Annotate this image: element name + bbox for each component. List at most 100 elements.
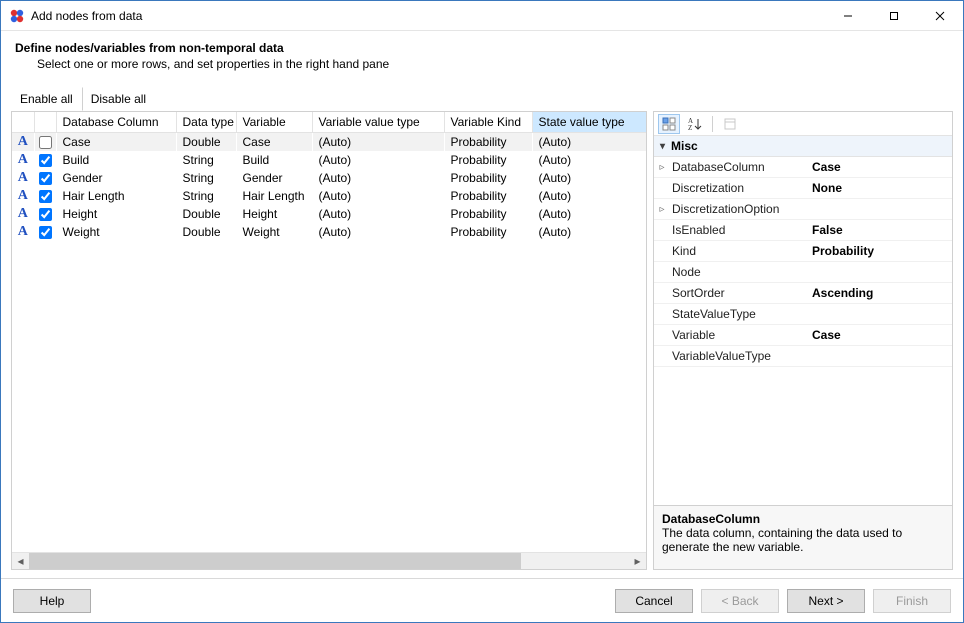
property-value[interactable] <box>806 353 952 359</box>
property-row[interactable]: KindProbability <box>654 241 952 262</box>
cell-variable-value-type: (Auto) <box>312 169 444 187</box>
property-value[interactable]: Ascending <box>806 283 952 303</box>
col-icon[interactable] <box>12 112 34 133</box>
variable-type-icon: A <box>18 152 28 167</box>
toolbar-separator <box>712 116 713 132</box>
enable-all-button[interactable]: Enable all <box>11 87 82 111</box>
property-row[interactable]: ▹DiscretizationOption <box>654 199 952 220</box>
cell-database-column: Height <box>56 205 176 223</box>
row-enable-checkbox[interactable] <box>39 208 52 221</box>
cancel-button[interactable]: Cancel <box>615 589 693 613</box>
property-row[interactable]: SortOrderAscending <box>654 283 952 304</box>
chevron-down-icon: ▾ <box>660 141 665 152</box>
variable-type-icon: A <box>18 206 28 221</box>
scroll-left-arrow[interactable]: ◂ <box>12 553 29 569</box>
col-data-type[interactable]: Data type <box>176 112 236 133</box>
cell-database-column: Weight <box>56 223 176 241</box>
col-check[interactable] <box>34 112 56 133</box>
variable-type-icon: A <box>18 134 28 149</box>
categorized-icon[interactable] <box>658 114 680 134</box>
property-key: DiscretizationOption <box>670 199 806 219</box>
property-row[interactable]: ▹DatabaseColumnCase <box>654 157 952 178</box>
property-value[interactable]: Case <box>806 157 952 177</box>
row-enable-checkbox[interactable] <box>39 136 52 149</box>
table-row[interactable]: AWeightDoubleWeight(Auto)Probability(Aut… <box>12 223 646 241</box>
property-key: SortOrder <box>670 283 806 303</box>
cell-data-type: Double <box>176 133 236 152</box>
scroll-track[interactable] <box>29 553 629 569</box>
horizontal-scrollbar[interactable]: ◂ ▸ <box>12 552 646 569</box>
back-button[interactable]: < Back <box>701 589 779 613</box>
property-value[interactable]: Probability <box>806 241 952 261</box>
table-row[interactable]: AHeightDoubleHeight(Auto)Probability(Aut… <box>12 205 646 223</box>
finish-button[interactable]: Finish <box>873 589 951 613</box>
disable-all-button[interactable]: Disable all <box>82 87 155 111</box>
cell-variable-value-type: (Auto) <box>312 151 444 169</box>
property-value[interactable] <box>806 269 952 275</box>
maximize-button[interactable] <box>871 1 917 30</box>
cell-variable-value-type: (Auto) <box>312 223 444 241</box>
property-category[interactable]: ▾ Misc <box>654 136 952 157</box>
svg-text:Z: Z <box>688 124 692 131</box>
property-row[interactable]: VariableCase <box>654 325 952 346</box>
cell-state-value-type: (Auto) <box>532 223 646 241</box>
close-button[interactable] <box>917 1 963 30</box>
property-row[interactable]: VariableValueType <box>654 346 952 367</box>
minimize-button[interactable] <box>825 1 871 30</box>
nodes-table: Database Column Data type Variable Varia… <box>12 112 646 241</box>
chevron-right-icon: ▹ <box>654 204 670 215</box>
col-state-value-type[interactable]: State value type <box>532 112 646 133</box>
grid-panel: Database Column Data type Variable Varia… <box>11 111 647 570</box>
property-row[interactable]: Node <box>654 262 952 283</box>
cell-variable: Gender <box>236 169 312 187</box>
row-enable-checkbox[interactable] <box>39 190 52 203</box>
property-key: StateValueType <box>670 304 806 324</box>
next-button[interactable]: Next > <box>787 589 865 613</box>
property-value[interactable] <box>806 206 952 212</box>
property-key: VariableValueType <box>670 346 806 366</box>
cell-variable-kind: Probability <box>444 133 532 152</box>
header-title: Define nodes/variables from non-temporal… <box>15 41 949 55</box>
cell-variable-kind: Probability <box>444 187 532 205</box>
row-enable-checkbox[interactable] <box>39 154 52 167</box>
col-database-column[interactable]: Database Column <box>56 112 176 133</box>
cell-variable: Hair Length <box>236 187 312 205</box>
property-panel: AZ ▾ Misc ▹DatabaseColumnCaseDiscretizat… <box>653 111 953 570</box>
cell-database-column: Gender <box>56 169 176 187</box>
app-icon <box>9 8 25 24</box>
cell-variable-value-type: (Auto) <box>312 133 444 152</box>
cell-data-type: Double <box>176 205 236 223</box>
row-enable-checkbox[interactable] <box>39 226 52 239</box>
col-variable[interactable]: Variable <box>236 112 312 133</box>
property-body: ▾ Misc ▹DatabaseColumnCaseDiscretization… <box>654 136 952 505</box>
split-pane: Database Column Data type Variable Varia… <box>11 111 953 570</box>
cell-variable-kind: Probability <box>444 205 532 223</box>
table-row[interactable]: AHair LengthStringHair Length(Auto)Proba… <box>12 187 646 205</box>
property-value[interactable] <box>806 311 952 317</box>
property-row[interactable]: StateValueType <box>654 304 952 325</box>
property-key: DatabaseColumn <box>670 157 806 177</box>
variable-type-icon: A <box>18 170 28 185</box>
property-value[interactable]: Case <box>806 325 952 345</box>
alphabetical-icon[interactable]: AZ <box>684 114 706 134</box>
scroll-thumb[interactable] <box>29 553 521 569</box>
property-value[interactable]: None <box>806 178 952 198</box>
property-pages-icon[interactable] <box>719 114 741 134</box>
col-variable-value-type[interactable]: Variable value type <box>312 112 444 133</box>
property-description-title: DatabaseColumn <box>662 512 944 526</box>
variable-type-icon: A <box>18 224 28 239</box>
table-row[interactable]: AGenderStringGender(Auto)Probability(Aut… <box>12 169 646 187</box>
table-row[interactable]: ACaseDoubleCase(Auto)Probability(Auto)As… <box>12 133 646 152</box>
cell-variable-kind: Probability <box>444 223 532 241</box>
scroll-right-arrow[interactable]: ▸ <box>629 553 646 569</box>
row-enable-checkbox[interactable] <box>39 172 52 185</box>
property-row[interactable]: IsEnabledFalse <box>654 220 952 241</box>
table-row[interactable]: ABuildStringBuild(Auto)Probability(Auto)… <box>12 151 646 169</box>
property-key: Variable <box>670 325 806 345</box>
chevron-right-icon: ▹ <box>654 162 670 173</box>
help-button[interactable]: Help <box>13 589 91 613</box>
col-variable-kind[interactable]: Variable Kind <box>444 112 532 133</box>
grid-scroll: Database Column Data type Variable Varia… <box>12 112 646 552</box>
property-row[interactable]: DiscretizationNone <box>654 178 952 199</box>
property-value[interactable]: False <box>806 220 952 240</box>
